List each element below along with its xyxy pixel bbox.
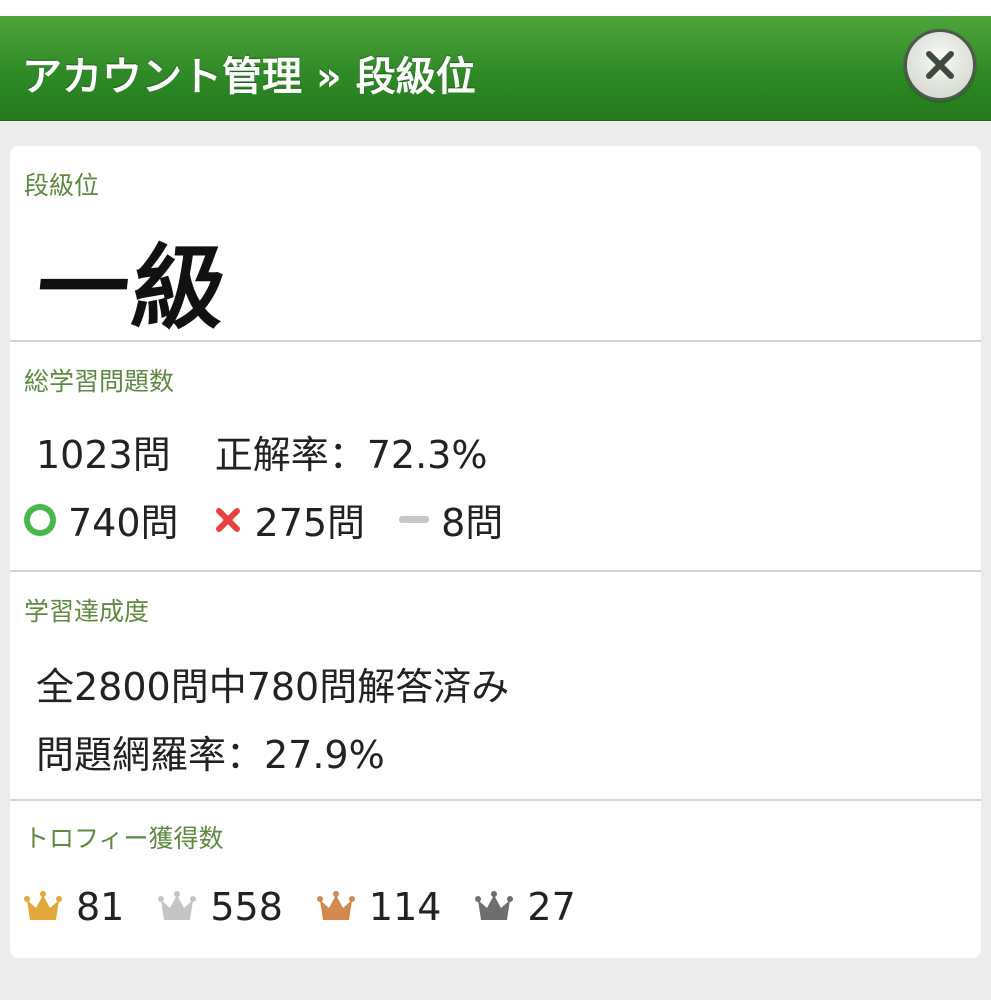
bronze-trophy-count: 114	[368, 885, 442, 929]
progress-section: 学習達成度 全2800問中780問解答済み 問題網羅率：27.9%	[10, 572, 981, 801]
close-button[interactable]	[904, 29, 976, 101]
dash-skipped-icon	[399, 516, 430, 523]
cross-incorrect-icon	[215, 507, 240, 532]
total-questions-section: 総学習問題数 1023問 正解率：72.3% 740問 275問 8問	[10, 342, 981, 572]
incorrect-item: 275問	[213, 492, 366, 547]
total-count: 1023問	[36, 433, 171, 477]
accuracy-rate: 正解率：72.3%	[214, 433, 488, 477]
trophy-item-bronze: 114	[316, 885, 442, 929]
silver-trophy-count: 558	[210, 885, 283, 929]
trophy-item-dark: 27	[475, 885, 576, 929]
stats-card: 段級位 一級 総学習問題数 1023問 正解率：72.3% 740問 275問 8…	[10, 146, 981, 958]
trophies-section: トロフィー獲得数 81 558 114 27	[10, 801, 981, 958]
trophy-item-silver: 558	[158, 885, 283, 929]
silver-crown-icon	[158, 891, 197, 920]
trophy-list: 81 558 114 27	[24, 885, 610, 929]
total-questions-label: 総学習問題数	[24, 367, 175, 396]
correct-count: 740問	[68, 501, 179, 545]
gold-crown-icon	[24, 891, 62, 920]
coverage-text: 問題網羅率：27.9%	[36, 733, 385, 777]
total-count-line: 1023問 正解率：72.3%	[36, 424, 487, 479]
circle-correct-icon	[24, 503, 56, 536]
header-bar: アカウント管理 » 段級位	[0, 16, 991, 121]
progress-label: 学習達成度	[24, 597, 150, 626]
status-strip	[0, 0, 991, 16]
trophies-label: トロフィー獲得数	[24, 824, 224, 853]
page-title: アカウント管理 » 段級位	[22, 54, 476, 100]
incorrect-count: 275問	[254, 501, 366, 545]
answered-text: 全2800問中780問解答済み	[36, 665, 510, 709]
gold-trophy-count: 81	[76, 885, 125, 929]
answer-breakdown: 740問 275問 8問	[24, 492, 537, 547]
rank-label: 段級位	[24, 171, 100, 200]
close-x-icon	[926, 51, 954, 79]
dark-trophy-count: 27	[527, 885, 576, 929]
rank-value: 一級	[31, 234, 235, 342]
correct-item: 740問	[24, 492, 179, 547]
rank-section: 段級位 一級	[10, 146, 981, 342]
skipped-count: 8問	[441, 501, 504, 545]
trophy-item-gold: 81	[24, 885, 124, 929]
dark-crown-icon	[475, 891, 514, 920]
skipped-item: 8問	[399, 492, 503, 547]
bronze-crown-icon	[316, 891, 355, 920]
